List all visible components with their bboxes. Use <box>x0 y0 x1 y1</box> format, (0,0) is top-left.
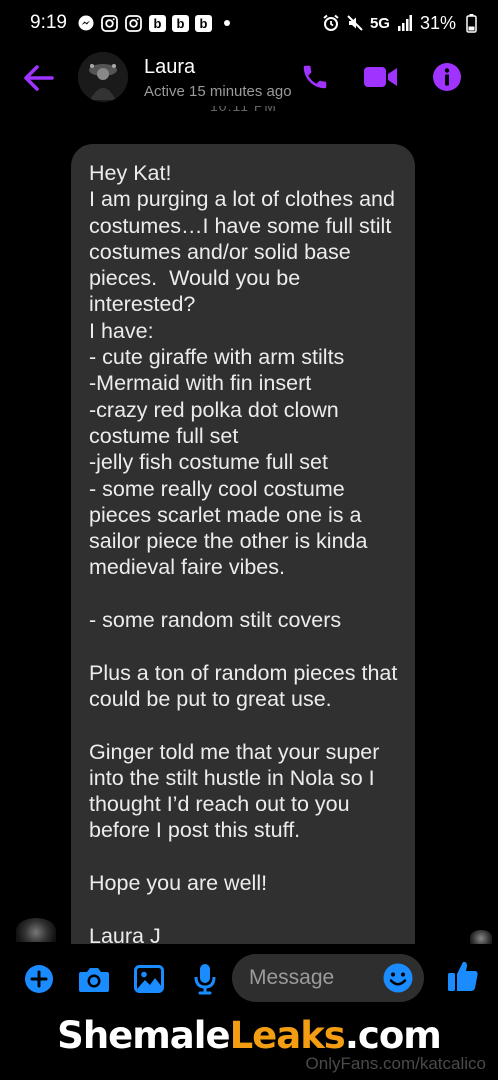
message-field[interactable] <box>232 954 424 1002</box>
network-type: 5G <box>369 14 390 32</box>
messenger-screen: 9:19 b b b 5G 31% Laura Active 15 minute… <box>0 0 498 1080</box>
status-time: 9:19 <box>30 12 67 33</box>
more-actions-button[interactable] <box>22 962 56 996</box>
voice-call-button[interactable] <box>298 60 332 94</box>
conversation-info-button[interactable] <box>430 60 464 94</box>
message-text: Hey Kat! I am purging a lot of clothes a… <box>89 161 398 948</box>
contact-name[interactable]: Laura <box>144 56 195 79</box>
alarm-icon <box>322 14 340 32</box>
app-notification-icon: b <box>148 14 166 32</box>
camera-button[interactable] <box>77 962 111 996</box>
video-camera-icon <box>364 67 397 87</box>
received-message-bubble[interactable]: Hey Kat! I am purging a lot of clothes a… <box>71 144 415 954</box>
image-icon <box>134 965 164 993</box>
signal-icon <box>396 14 414 32</box>
instagram-notification-icon <box>101 14 119 32</box>
emoji-button[interactable] <box>382 962 414 994</box>
app-notification-icon-3: b <box>194 14 212 32</box>
messenger-notification-icon <box>77 14 95 32</box>
watermark-brand-part1: Shemale <box>57 1014 230 1057</box>
thumbs-up-icon <box>448 961 478 991</box>
watermark-brand: ShemaleLeaks.com <box>0 1014 498 1057</box>
app-notification-icon-2: b <box>171 14 189 32</box>
message-input[interactable] <box>249 966 379 990</box>
status-bar: 9:19 b b b 5G 31% <box>0 0 498 46</box>
avatar-photo-icon <box>78 52 128 102</box>
watermark-brand-part2: Leaks <box>229 1014 346 1057</box>
battery-percent: 31% <box>419 12 456 33</box>
gallery-button[interactable] <box>132 962 166 996</box>
mute-icon <box>346 14 364 32</box>
back-arrow-icon <box>24 65 54 91</box>
watermark-brand-part3: .com <box>344 1014 442 1057</box>
time-divider-label: 10:11 PM <box>210 106 277 114</box>
voice-message-button[interactable] <box>188 962 222 996</box>
time-divider: 10:11 PM <box>210 106 290 120</box>
smiley-icon <box>383 963 413 993</box>
conversation-header: Laura Active 15 minutes ago <box>0 46 498 110</box>
plus-circle-icon <box>25 965 53 993</box>
video-call-button[interactable] <box>364 60 398 94</box>
more-notifications-dot-icon <box>218 14 236 32</box>
like-button[interactable] <box>446 959 480 993</box>
instagram-notification-icon-2 <box>125 14 143 32</box>
info-icon <box>433 63 461 91</box>
phone-icon <box>303 65 327 89</box>
sender-avatar <box>16 918 56 942</box>
seen-indicator-avatar <box>470 930 492 944</box>
battery-icon <box>462 13 480 33</box>
contact-active-status: Active 15 minutes ago <box>144 83 292 100</box>
watermark-source: OnlyFans.com/katcalico <box>305 1054 486 1073</box>
microphone-icon <box>194 964 216 995</box>
message-composer <box>0 944 498 1016</box>
status-right: 5G 31% <box>322 13 480 34</box>
back-button[interactable] <box>22 62 56 94</box>
camera-icon <box>79 968 109 992</box>
contact-avatar[interactable] <box>78 52 128 102</box>
status-left: 9:19 b b b <box>30 12 236 34</box>
